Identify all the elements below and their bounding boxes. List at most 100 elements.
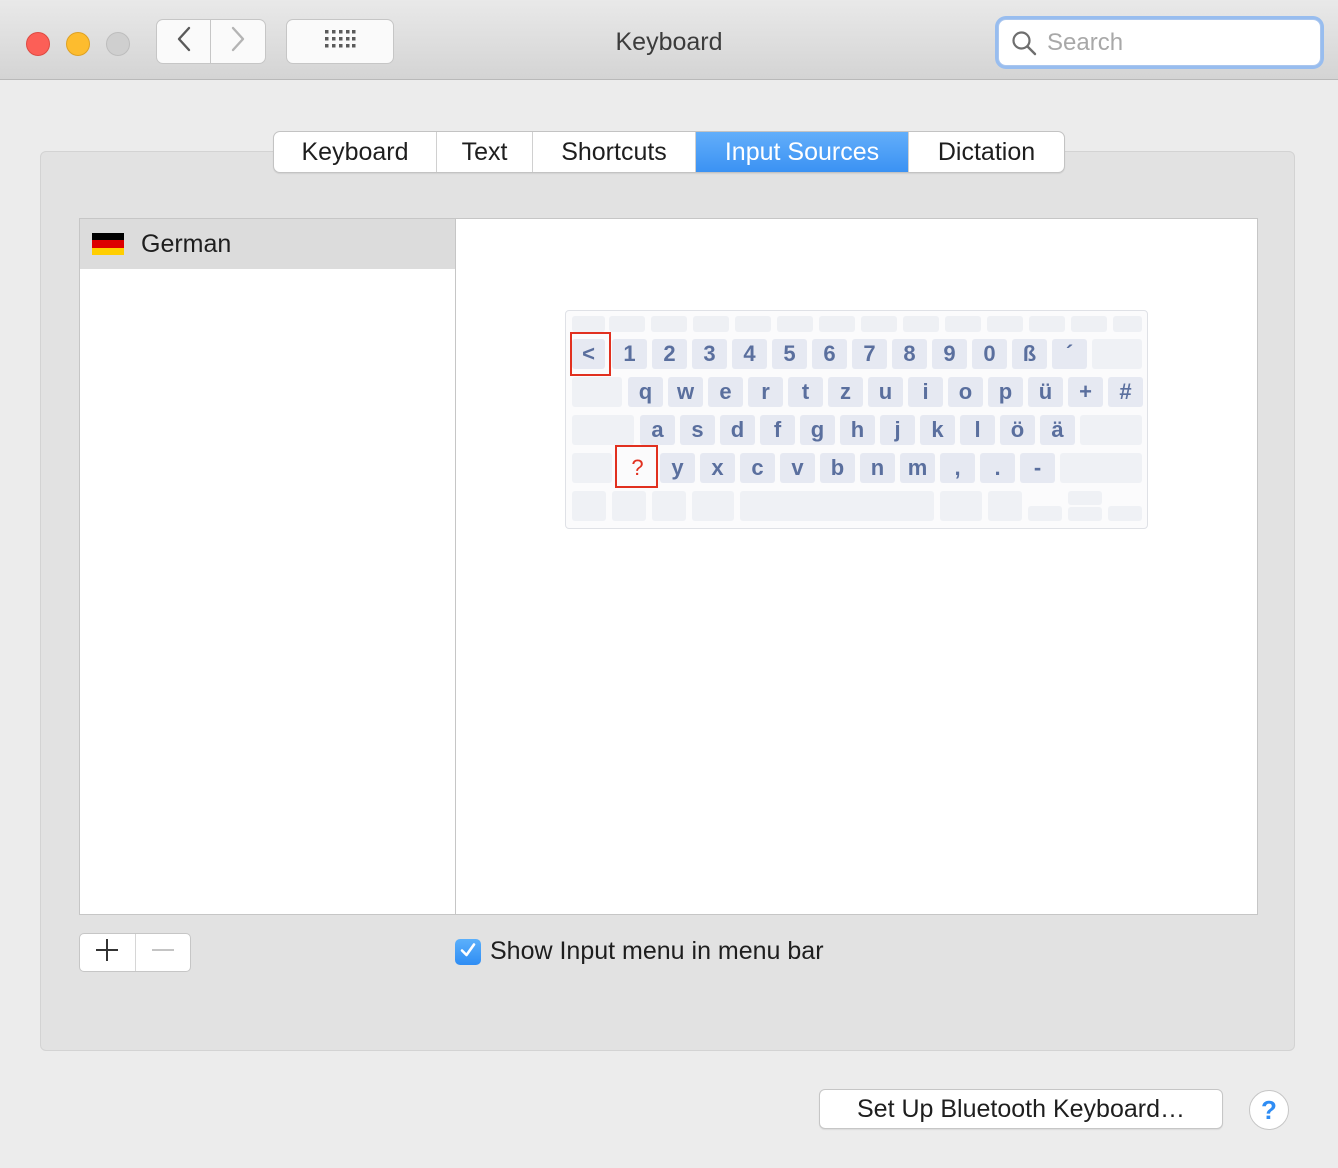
function-key	[1071, 316, 1107, 332]
function-key	[903, 316, 939, 332]
add-source-button[interactable]	[80, 934, 136, 971]
keyboard-key: 4	[732, 339, 767, 369]
arrow-key	[1068, 507, 1102, 521]
german-flag-icon	[92, 233, 124, 255]
return-key	[1080, 415, 1142, 445]
tab-text[interactable]: Text	[437, 132, 533, 172]
help-button[interactable]: ?	[1249, 1090, 1289, 1130]
modifier-key	[652, 491, 686, 521]
keyboard-key: v	[780, 453, 815, 483]
keyboard-key: 1	[612, 339, 647, 369]
arrow-key	[1028, 506, 1062, 521]
keyboard-key: l	[960, 415, 995, 445]
keyboard-key: c	[740, 453, 775, 483]
keyboard-preview-pane: <1 2 3 4 5 6 7 8 9 0 ß ´ q w e r t z u i o p ü + # a s d f g h j k l ö ä? y x…	[455, 218, 1258, 915]
function-key	[609, 316, 645, 332]
function-key	[819, 316, 855, 332]
keyboard-key: o	[948, 377, 983, 407]
show-input-menu-checkbox[interactable]	[455, 939, 481, 965]
function-key	[1029, 316, 1065, 332]
list-item-german[interactable]: German	[80, 219, 455, 269]
modifier-key	[572, 491, 606, 521]
keyboard-key: s	[680, 415, 715, 445]
remove-source-button[interactable]	[136, 934, 191, 971]
keyboard-layout-preview: <1 2 3 4 5 6 7 8 9 0 ß ´ q w e r t z u i o p ü + # a s d f g h j k l ö ä? y x…	[565, 310, 1148, 529]
keyboard-key: 8	[892, 339, 927, 369]
input-sources-list[interactable]: German	[79, 218, 456, 915]
highlighted-key-outline	[570, 332, 611, 376]
space-bar	[740, 491, 934, 521]
keyboard-key: i	[908, 377, 943, 407]
modifier-key	[612, 491, 646, 521]
keyboard-key: 0	[972, 339, 1007, 369]
keyboard-key: ´	[1052, 339, 1087, 369]
tab-keyboard[interactable]: Keyboard	[274, 132, 437, 172]
function-key	[1113, 316, 1142, 332]
keyboard-key: 2	[652, 339, 687, 369]
keyboard-key: r	[748, 377, 783, 407]
function-key	[735, 316, 771, 332]
shift-key	[572, 453, 612, 483]
title-bar: Keyboard Search	[0, 0, 1338, 80]
keyboard-key: ,	[940, 453, 975, 483]
keyboard-key: n	[860, 453, 895, 483]
shift-key	[1060, 453, 1142, 483]
plus-icon	[95, 938, 119, 967]
keyboard-key: e	[708, 377, 743, 407]
caps-lock-key	[572, 415, 634, 445]
search-icon	[1011, 30, 1037, 56]
list-item-label: German	[141, 229, 232, 258]
arrow-key	[1068, 491, 1102, 505]
keyboard-key: 7	[852, 339, 887, 369]
function-key	[987, 316, 1023, 332]
keyboard-key: +	[1068, 377, 1103, 407]
delete-key	[1092, 339, 1142, 369]
search-field[interactable]: Search	[998, 19, 1321, 66]
keyboard-key: b	[820, 453, 855, 483]
modifier-key	[692, 491, 734, 521]
highlighted-key-outline	[615, 445, 658, 488]
modifier-key	[940, 491, 982, 521]
keyboard-key: .	[980, 453, 1015, 483]
show-input-menu-label: Show Input menu in menu bar	[490, 937, 824, 965]
keyboard-key: k	[920, 415, 955, 445]
keyboard-key: 6	[812, 339, 847, 369]
arrow-key	[1108, 506, 1142, 521]
keyboard-key: p	[988, 377, 1023, 407]
checkmark-icon	[459, 941, 477, 964]
function-key	[945, 316, 981, 332]
keyboard-key: q	[628, 377, 663, 407]
keyboard-key: u	[868, 377, 903, 407]
function-key	[693, 316, 729, 332]
keyboard-key: x	[700, 453, 735, 483]
tab-shortcuts[interactable]: Shortcuts	[533, 132, 696, 172]
keyboard-key: t	[788, 377, 823, 407]
keyboard-key: j	[880, 415, 915, 445]
keyboard-key: ä	[1040, 415, 1075, 445]
tab-key	[572, 377, 622, 407]
minus-icon	[151, 938, 175, 967]
add-remove-segment	[79, 933, 191, 972]
keyboard-key: 3	[692, 339, 727, 369]
function-key	[861, 316, 897, 332]
keyboard-key: ß	[1012, 339, 1047, 369]
keyboard-key: g	[800, 415, 835, 445]
keyboard-key: f	[760, 415, 795, 445]
setup-bluetooth-keyboard-button[interactable]: Set Up Bluetooth Keyboard…	[819, 1089, 1223, 1129]
keyboard-key: #	[1108, 377, 1143, 407]
search-placeholder: Search	[1047, 28, 1124, 56]
keyboard-key: 5	[772, 339, 807, 369]
keyboard-key: a	[640, 415, 675, 445]
keyboard-key: y	[660, 453, 695, 483]
keyboard-key: -	[1020, 453, 1055, 483]
keyboard-key: z	[828, 377, 863, 407]
keyboard-key: ö	[1000, 415, 1035, 445]
function-key	[651, 316, 687, 332]
tab-dictation[interactable]: Dictation	[909, 132, 1064, 172]
keyboard-key: 9	[932, 339, 967, 369]
tab-bar: Keyboard Text Shortcuts Input Sources Di…	[273, 131, 1065, 173]
function-key	[572, 316, 605, 332]
tab-input-sources[interactable]: Input Sources	[696, 132, 909, 172]
keyboard-key: ü	[1028, 377, 1063, 407]
keyboard-key: h	[840, 415, 875, 445]
